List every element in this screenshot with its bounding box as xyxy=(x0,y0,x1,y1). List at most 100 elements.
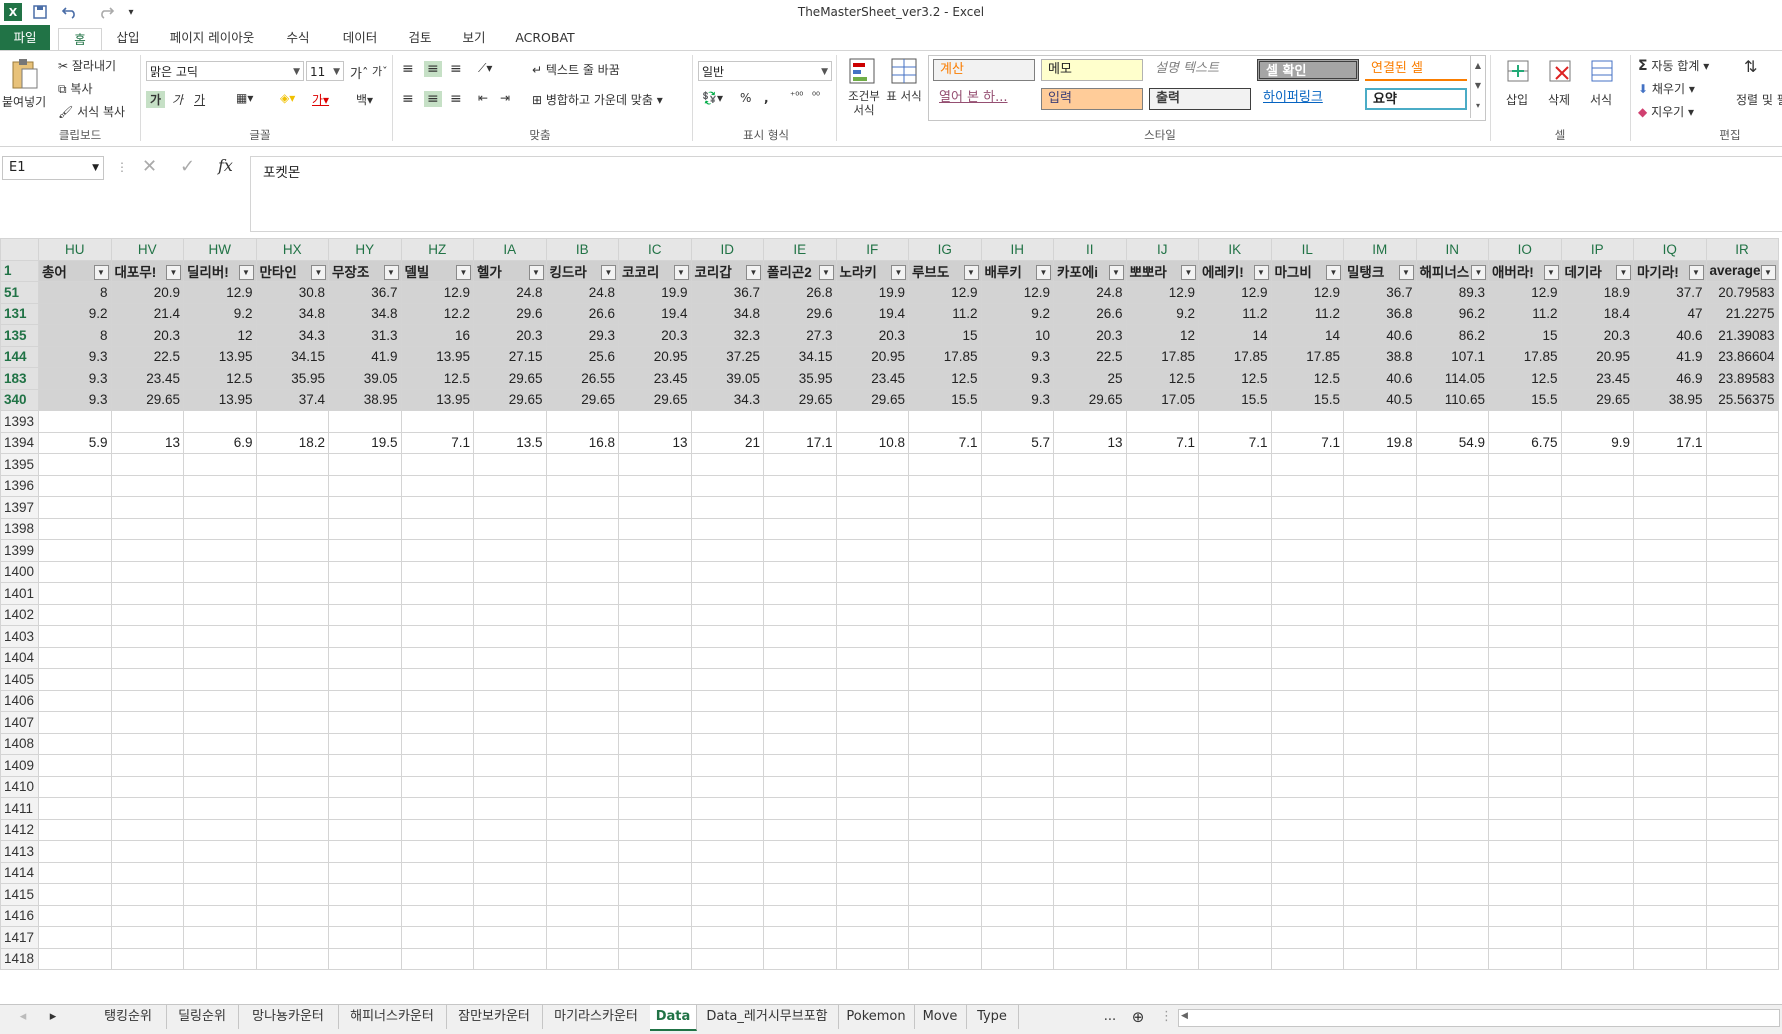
table-cell[interactable] xyxy=(545,861,619,884)
table-cell[interactable] xyxy=(1270,603,1344,626)
table-cell[interactable]: 9.3 xyxy=(980,388,1054,411)
table-cell[interactable] xyxy=(763,883,837,906)
table-cell[interactable] xyxy=(110,646,184,669)
table-cell[interactable] xyxy=(1415,775,1489,798)
table-cell[interactable] xyxy=(1560,904,1634,927)
table-cell[interactable] xyxy=(1343,496,1417,519)
table-cell[interactable] xyxy=(1488,883,1562,906)
confirm-icon[interactable]: ✓ xyxy=(180,156,195,177)
table-cell[interactable]: 17.1 xyxy=(763,431,837,454)
row-header[interactable]: 51 xyxy=(0,281,39,304)
table-cell[interactable] xyxy=(1125,840,1199,863)
table-cell[interactable]: 39.05 xyxy=(328,367,402,390)
table-cell[interactable]: 34.8 xyxy=(690,302,764,325)
table-cell[interactable] xyxy=(255,947,329,970)
table-cell[interactable] xyxy=(473,625,547,648)
table-cell[interactable] xyxy=(328,904,402,927)
table-cell[interactable] xyxy=(38,603,112,626)
table-cell[interactable] xyxy=(835,840,909,863)
table-cell[interactable] xyxy=(1343,947,1417,970)
font-size-select[interactable]: 11 ▼ xyxy=(306,61,344,81)
table-cell[interactable] xyxy=(1705,711,1779,734)
table-cell[interactable] xyxy=(1053,818,1127,841)
table-header-cell[interactable]: 뽀뽀라 ▼ xyxy=(1125,259,1199,282)
table-cell[interactable] xyxy=(763,668,837,691)
table-cell[interactable] xyxy=(980,840,1054,863)
table-cell[interactable] xyxy=(690,926,764,949)
table-cell[interactable]: 9.2 xyxy=(980,302,1054,325)
table-cell[interactable] xyxy=(980,496,1054,519)
column-header[interactable]: IB xyxy=(545,238,619,261)
table-cell[interactable] xyxy=(1705,453,1779,476)
table-cell[interactable] xyxy=(763,496,837,519)
table-cell[interactable] xyxy=(908,947,982,970)
table-cell[interactable]: 107.1 xyxy=(1415,345,1489,368)
table-cell[interactable] xyxy=(1343,711,1417,734)
sheet-tab[interactable]: 망나뇽카운터 xyxy=(238,1005,339,1029)
table-cell[interactable] xyxy=(1270,818,1344,841)
table-cell[interactable] xyxy=(1705,603,1779,626)
table-cell[interactable]: 27.15 xyxy=(473,345,547,368)
style-check-cell[interactable]: 셀 확인 xyxy=(1257,59,1359,81)
table-cell[interactable]: 10.8 xyxy=(835,431,909,454)
table-cell[interactable] xyxy=(1125,947,1199,970)
table-cell[interactable] xyxy=(835,496,909,519)
table-cell[interactable] xyxy=(110,496,184,519)
table-cell[interactable]: 27.3 xyxy=(763,324,837,347)
table-cell[interactable] xyxy=(328,539,402,562)
table-cell[interactable] xyxy=(690,517,764,540)
align-left-icon[interactable]: ≡ xyxy=(402,91,414,107)
table-cell[interactable] xyxy=(255,668,329,691)
table-cell[interactable] xyxy=(690,560,764,583)
table-cell[interactable] xyxy=(183,797,257,820)
table-cell[interactable]: 5.9 xyxy=(38,431,112,454)
table-cell[interactable]: 20.3 xyxy=(473,324,547,347)
table-cell[interactable] xyxy=(1270,797,1344,820)
table-cell[interactable] xyxy=(1343,646,1417,669)
table-cell[interactable]: 23.89583 xyxy=(1705,367,1779,390)
table-cell[interactable] xyxy=(1343,453,1417,476)
table-cell[interactable]: 20.95 xyxy=(618,345,692,368)
table-cell[interactable]: 15 xyxy=(908,324,982,347)
table-cell[interactable] xyxy=(1125,668,1199,691)
table-cell[interactable] xyxy=(618,689,692,712)
table-cell[interactable] xyxy=(763,474,837,497)
style-output[interactable]: 출력 xyxy=(1149,88,1251,110)
table-cell[interactable] xyxy=(1198,517,1272,540)
table-cell[interactable] xyxy=(473,947,547,970)
table-cell[interactable] xyxy=(473,603,547,626)
table-cell[interactable] xyxy=(473,560,547,583)
table-cell[interactable]: 12.5 xyxy=(400,367,474,390)
table-cell[interactable] xyxy=(980,539,1054,562)
table-header-cell[interactable]: 킹드라 ▼ xyxy=(545,259,619,282)
table-cell[interactable]: 37.4 xyxy=(255,388,329,411)
table-cell[interactable] xyxy=(1415,625,1489,648)
table-cell[interactable]: 14 xyxy=(1270,324,1344,347)
table-cell[interactable] xyxy=(110,754,184,777)
table-cell[interactable] xyxy=(328,474,402,497)
table-cell[interactable]: 12.9 xyxy=(1270,281,1344,304)
row-header[interactable]: 1413 xyxy=(0,840,39,863)
table-cell[interactable] xyxy=(400,625,474,648)
table-cell[interactable] xyxy=(1415,603,1489,626)
row-header[interactable]: 1416 xyxy=(0,904,39,927)
row-header[interactable]: 1408 xyxy=(0,732,39,755)
row-header[interactable]: 340 xyxy=(0,388,39,411)
table-cell[interactable] xyxy=(38,861,112,884)
table-cell[interactable] xyxy=(1633,603,1707,626)
table-cell[interactable] xyxy=(835,732,909,755)
table-header-cell[interactable]: 코코리 ▼ xyxy=(618,259,692,282)
cancel-icon[interactable]: ✕ xyxy=(142,156,157,177)
table-cell[interactable] xyxy=(400,689,474,712)
table-cell[interactable] xyxy=(690,840,764,863)
table-cell[interactable]: 40.6 xyxy=(1633,324,1707,347)
table-cell[interactable] xyxy=(690,474,764,497)
table-cell[interactable] xyxy=(1053,517,1127,540)
table-cell[interactable] xyxy=(183,754,257,777)
table-cell[interactable]: 47 xyxy=(1633,302,1707,325)
table-cell[interactable] xyxy=(545,883,619,906)
copy-button[interactable]: ⧉ 복사 xyxy=(58,80,93,97)
table-cell[interactable] xyxy=(1198,797,1272,820)
table-cell[interactable] xyxy=(763,840,837,863)
table-cell[interactable]: 19.4 xyxy=(618,302,692,325)
